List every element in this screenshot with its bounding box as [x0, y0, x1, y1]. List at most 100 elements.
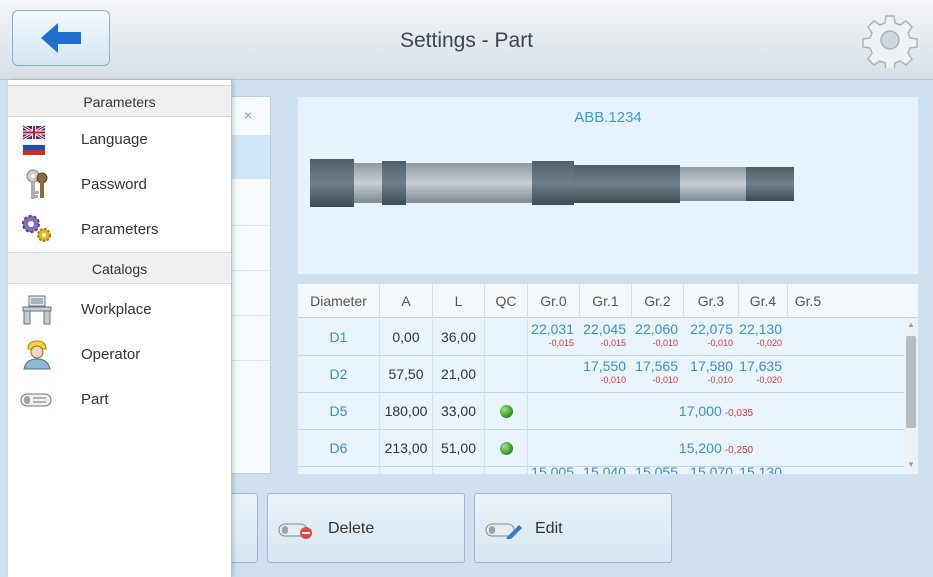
- table-row[interactable]: D6 213,00 51,00 15,200 -0,250: [298, 430, 904, 467]
- col-header-qc: QC: [485, 284, 528, 318]
- a-cell: 0,00: [380, 319, 433, 356]
- diameter-value: 17,000 -0,035: [528, 393, 904, 430]
- group-cell: [528, 359, 580, 391]
- group-value: 17,550: [583, 358, 626, 374]
- flags-icon: [22, 124, 46, 155]
- menu-item-label: Operator: [81, 346, 141, 363]
- scroll-up-icon[interactable]: ▲: [907, 320, 915, 329]
- group-value: 17,580: [690, 358, 733, 374]
- group-value: 22,045: [583, 321, 626, 337]
- group-tolerance: -0,010: [652, 338, 678, 348]
- menu-item-language[interactable]: Language: [8, 118, 231, 162]
- part-name: ABB.1234: [574, 109, 642, 126]
- group-cell: 22,045 -0,015: [580, 322, 632, 354]
- menu-item-workplace[interactable]: Workplace: [8, 288, 231, 332]
- group-tolerance: -0,015: [548, 338, 574, 348]
- keys-icon: [26, 169, 48, 199]
- settings-menu: Parameters Language Password Parameters …: [8, 80, 232, 577]
- group-value: 15,130: [739, 464, 782, 475]
- col-header-gr3: Gr.3: [684, 284, 739, 318]
- group-cell: 17,635 -0,020: [739, 359, 788, 391]
- group-value: 15,040: [583, 464, 626, 475]
- part-icon: [20, 393, 52, 407]
- table-header: Diameter A L QC Gr.0 Gr.1 Gr.2 Gr.3 Gr.4…: [298, 284, 918, 318]
- operator-icon: [23, 340, 51, 370]
- col-header-gr4: Gr.4: [739, 284, 788, 318]
- diameter-value: 15,200 -0,250: [528, 430, 904, 467]
- group-value: 17,635: [739, 358, 782, 374]
- menu-item-label: Workplace: [81, 301, 152, 318]
- a-cell: 57,50: [380, 356, 433, 393]
- col-header-gr1: Gr.1: [580, 284, 632, 318]
- group-cell: 15,055: [632, 464, 684, 475]
- menu-item-part[interactable]: Part: [8, 378, 231, 422]
- menu-section-parameters: Parameters: [8, 85, 231, 117]
- l-cell: 36,00: [433, 319, 485, 356]
- group-value: 22,130: [739, 321, 782, 337]
- table-scrollbar[interactable]: ▲ ▼: [904, 318, 918, 474]
- qc-cell: [485, 430, 528, 467]
- group-value: 15,005: [531, 464, 574, 475]
- group-tolerance: -0,020: [756, 338, 782, 348]
- qc-ok-icon: [500, 442, 513, 455]
- group-tolerance: -0,020: [756, 375, 782, 385]
- group-cell: 22,060 -0,010: [632, 322, 684, 354]
- qc-cell: [485, 467, 528, 474]
- col-header-l: L: [433, 284, 485, 318]
- diameter-nominal: 17,000: [678, 403, 722, 419]
- close-icon[interactable]: ×: [244, 107, 252, 123]
- table-row[interactable]: D5 180,00 33,00 17,000 -0,035: [298, 393, 904, 430]
- shaft-drawing: [310, 159, 794, 207]
- group-value: 17,565: [635, 358, 678, 374]
- diameter-nominal: 15,200: [678, 440, 722, 456]
- a-cell: 213,00: [380, 430, 433, 467]
- l-cell: 21,00: [433, 356, 485, 393]
- delete-label: Delete: [328, 520, 375, 537]
- table-row[interactable]: 15,005 15,040 15,055 15,070 15,130: [298, 464, 904, 475]
- l-cell: 51,00: [433, 430, 485, 467]
- group-value: 22,031: [531, 321, 574, 337]
- col-header-diameter: Diameter: [298, 284, 380, 318]
- diameter-cell: D6: [298, 430, 380, 467]
- qc-cell: [485, 393, 528, 430]
- diameter-cell: D5: [298, 393, 380, 430]
- group-value: 15,055: [635, 464, 678, 475]
- workplace-icon: [22, 295, 52, 325]
- scrollbar-thumb[interactable]: [906, 336, 916, 428]
- menu-section-catalogs: Catalogs: [8, 252, 231, 284]
- qc-cell: [485, 319, 528, 356]
- group-cell: 15,070: [684, 465, 739, 475]
- menu-item-operator[interactable]: Operator: [8, 333, 231, 377]
- group-cell: 15,005: [528, 464, 580, 475]
- group-value: 22,075: [690, 321, 733, 337]
- delete-part-icon: [278, 523, 312, 539]
- diameter-cell: D2: [298, 356, 380, 393]
- table-row[interactable]: D2 57,50 21,00 17,550 -0,010 17,565 -0,010…: [298, 356, 904, 393]
- col-header-a: A: [380, 284, 433, 318]
- l-cell: 33,00: [433, 393, 485, 430]
- diameter-cell: D1: [298, 319, 380, 356]
- menu-item-label: Language: [81, 131, 148, 148]
- group-value: 22,060: [635, 321, 678, 337]
- menu-item-password[interactable]: Password: [8, 163, 231, 207]
- group-cell: 15,130: [739, 464, 788, 475]
- group-cell: 17,565 -0,010: [632, 359, 684, 391]
- diameter-tolerance: -0,250: [724, 445, 754, 456]
- gears-icon: [22, 215, 51, 242]
- edit-button[interactable]: Edit: [474, 493, 672, 563]
- a-cell: 180,00: [380, 393, 433, 430]
- gear-icon[interactable]: [862, 12, 918, 68]
- menu-item-parameters[interactable]: Parameters: [8, 208, 231, 252]
- group-tolerance: -0,010: [652, 375, 678, 385]
- group-tolerance: -0,010: [707, 338, 733, 348]
- menu-item-label: Part: [81, 391, 109, 408]
- col-header-gr2: Gr.2: [632, 284, 684, 318]
- group-cell: 15,040: [580, 464, 632, 475]
- group-tolerance: -0,015: [600, 338, 626, 348]
- group-cell: 22,130 -0,020: [739, 322, 788, 354]
- page-title: Settings - Part: [399, 29, 534, 52]
- table-row[interactable]: D1 0,00 36,00 22,031 -0,015 22,045 -0,015 …: [298, 319, 904, 356]
- menu-item-label: Password: [81, 176, 147, 193]
- scroll-down-icon[interactable]: ▼: [907, 460, 915, 469]
- delete-button[interactable]: Delete: [267, 493, 465, 563]
